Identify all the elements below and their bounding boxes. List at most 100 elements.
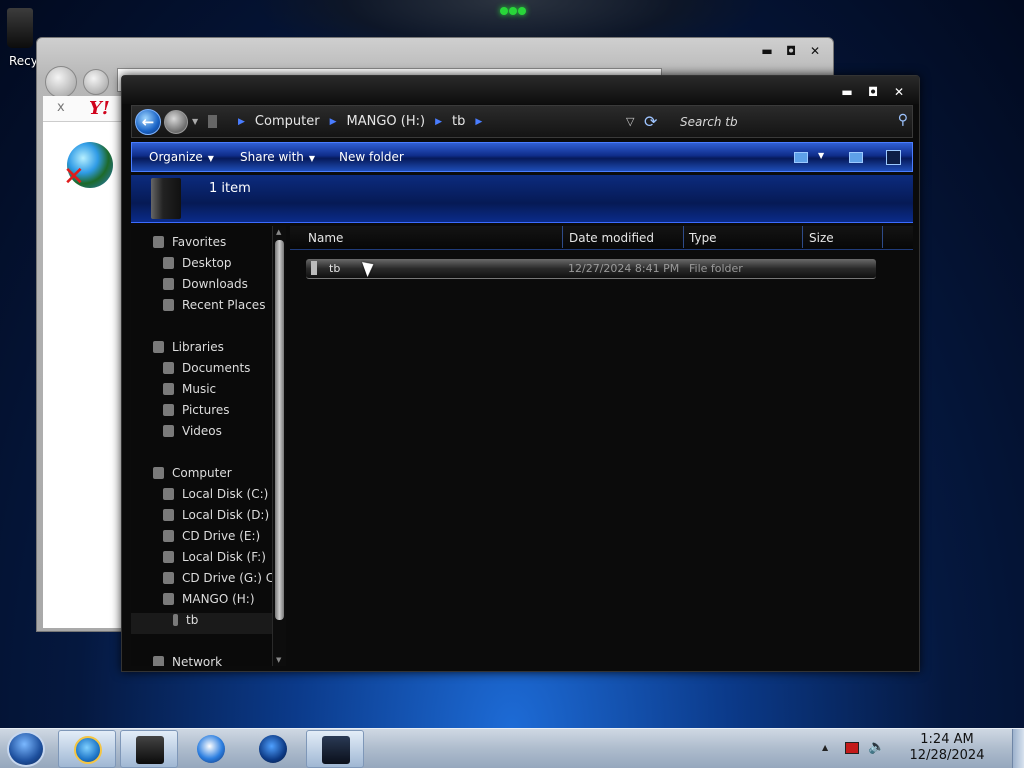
show-hidden-icons-icon[interactable]: ▲	[822, 743, 828, 752]
minimize-icon[interactable]: ▬	[759, 44, 775, 58]
explorer-title-bar[interactable]: ▬ ◘ ✕	[122, 76, 919, 104]
column-headers: Name Date modified Type Size	[290, 226, 913, 250]
column-divider[interactable]	[562, 226, 563, 248]
nav-mango-drive[interactable]: MANGO (H:)	[131, 592, 281, 613]
column-divider[interactable]	[683, 226, 684, 248]
action-center-flag-icon[interactable]	[845, 742, 859, 754]
nav-computer-label: Computer	[172, 466, 232, 480]
recent-places-icon	[163, 299, 174, 311]
nav-tb-folder[interactable]: tb	[131, 613, 281, 634]
nav-desktop[interactable]: Desktop	[131, 256, 281, 277]
nav-videos-label: Videos	[182, 424, 222, 438]
chevron-down-icon: ▼	[207, 154, 214, 163]
nav-tb-folder-label: tb	[186, 613, 199, 627]
search-box[interactable]: ⚲	[680, 112, 912, 132]
nav-videos[interactable]: Videos	[131, 424, 281, 445]
recent-pages-dropdown-icon[interactable]: ▼	[192, 117, 198, 126]
recycle-bin-desktop-icon[interactable]: Recy	[0, 8, 40, 68]
window-icon	[322, 736, 350, 764]
scrollbar-thumb[interactable]	[275, 240, 284, 620]
nav-network-label: Network	[172, 655, 223, 666]
help-icon[interactable]	[886, 150, 901, 165]
browser-forward-button[interactable]	[83, 69, 109, 95]
taskbar-explorer[interactable]	[120, 730, 178, 768]
breadcrumb-separator-icon[interactable]: ▶	[475, 117, 482, 127]
volume-icon[interactable]: 🔈	[868, 739, 885, 755]
column-type[interactable]: Type	[689, 231, 717, 245]
downloads-icon	[163, 278, 174, 290]
nav-pictures-label: Pictures	[182, 403, 230, 417]
clock-date: 12/28/2024	[909, 748, 985, 763]
breadcrumb-tb[interactable]: tb	[452, 114, 465, 129]
nav-local-disk-f[interactable]: Local Disk (F:)	[131, 550, 281, 571]
browser-window-controls: ▬ ◘ ✕	[759, 44, 823, 58]
minimize-icon[interactable]: ▬	[839, 85, 855, 99]
taskbar-globe-app[interactable]	[244, 730, 302, 768]
nav-computer[interactable]: Computer	[131, 466, 281, 487]
search-input[interactable]	[680, 112, 912, 132]
close-icon[interactable]: ✕	[807, 44, 823, 58]
scroll-down-icon[interactable]: ▼	[276, 656, 281, 664]
browser-back-button[interactable]	[45, 66, 77, 98]
taskbar-internet-explorer[interactable]	[58, 730, 116, 768]
tab-close-icon[interactable]: x	[57, 100, 65, 115]
share-with-label: Share with	[240, 150, 304, 164]
nav-pictures[interactable]: Pictures	[131, 403, 281, 424]
column-size[interactable]: Size	[809, 231, 834, 245]
maximize-icon[interactable]: ◘	[783, 44, 799, 58]
star-icon	[153, 236, 164, 248]
organize-label: Organize	[149, 150, 203, 164]
organize-button[interactable]: Organize ▼	[149, 150, 214, 164]
forward-button[interactable]	[164, 110, 188, 134]
nav-cd-drive-g[interactable]: CD Drive (G:) CD_	[131, 571, 281, 592]
taskbar-window[interactable]	[306, 730, 364, 768]
column-name[interactable]: Name	[308, 231, 343, 245]
nav-downloads[interactable]: Downloads	[131, 277, 281, 298]
nav-pane-scrollbar[interactable]: ▲ ▼	[272, 226, 286, 666]
nav-network[interactable]: Network	[131, 655, 281, 666]
nav-libraries[interactable]: Libraries	[131, 340, 281, 361]
refresh-icon[interactable]: ⟳	[644, 112, 657, 131]
back-button[interactable]: ←	[135, 109, 161, 135]
address-history-dropdown-icon[interactable]: ▽	[626, 115, 634, 128]
nav-cd-drive-e[interactable]: CD Drive (E:)	[131, 529, 281, 550]
breadcrumb-separator-icon[interactable]: ▶	[330, 117, 337, 127]
maximize-icon[interactable]: ◘	[865, 85, 881, 99]
view-options-chevron-icon[interactable]: ▼	[818, 151, 824, 160]
nav-music[interactable]: Music	[131, 382, 281, 403]
nav-recent-places[interactable]: Recent Places	[131, 298, 281, 319]
nav-local-disk-d[interactable]: Local Disk (D:)	[131, 508, 281, 529]
hard-drive-icon	[163, 488, 174, 500]
nav-libraries-label: Libraries	[172, 340, 224, 354]
column-divider[interactable]	[802, 226, 803, 248]
file-row[interactable]: tb 12/27/2024 8:41 PM File folder	[306, 259, 876, 279]
breadcrumb-separator-icon[interactable]: ▶	[238, 117, 245, 127]
breadcrumb-mango-drive[interactable]: MANGO (H:)	[346, 114, 425, 129]
nav-local-disk-c[interactable]: Local Disk (C:)	[131, 487, 281, 508]
cd-drive-icon	[163, 530, 174, 542]
breadcrumb-computer[interactable]: Computer	[255, 114, 320, 129]
share-with-button[interactable]: Share with ▼	[240, 150, 315, 164]
breadcrumb-separator-icon[interactable]: ▶	[435, 117, 442, 127]
explorer-window[interactable]: ▬ ◘ ✕ ← ▼ ▶ Computer ▶ MANGO (H:) ▶ tb ▶…	[121, 75, 920, 672]
taskbar-media-player[interactable]	[182, 730, 240, 768]
new-folder-button[interactable]: New folder	[339, 150, 404, 164]
change-view-icon[interactable]	[794, 152, 808, 163]
start-button[interactable]	[7, 731, 45, 767]
scroll-up-icon[interactable]: ▲	[276, 228, 281, 236]
nav-cd-drive-e-label: CD Drive (E:)	[182, 529, 261, 543]
breadcrumb: ▶ Computer ▶ MANGO (H:) ▶ tb ▶	[228, 114, 492, 129]
column-date-modified[interactable]: Date modified	[569, 231, 654, 245]
column-divider[interactable]	[882, 226, 883, 248]
nav-documents[interactable]: Documents	[131, 361, 281, 382]
close-icon[interactable]: ✕	[891, 85, 907, 99]
system-clock[interactable]: 1:24 AM 12/28/2024	[892, 732, 1002, 764]
show-desktop-button[interactable]	[1012, 729, 1024, 768]
nav-local-disk-c-label: Local Disk (C:)	[182, 487, 269, 501]
nav-favorites[interactable]: Favorites	[131, 235, 281, 256]
yahoo-logo[interactable]: Y!	[89, 98, 110, 119]
file-list: Name Date modified Type Size tb 12/27/20…	[290, 226, 913, 666]
preview-pane-icon[interactable]	[849, 152, 863, 163]
search-icon[interactable]: ⚲	[898, 112, 908, 128]
navigation-pane: Favorites Desktop Downloads Recent Place…	[131, 226, 281, 666]
